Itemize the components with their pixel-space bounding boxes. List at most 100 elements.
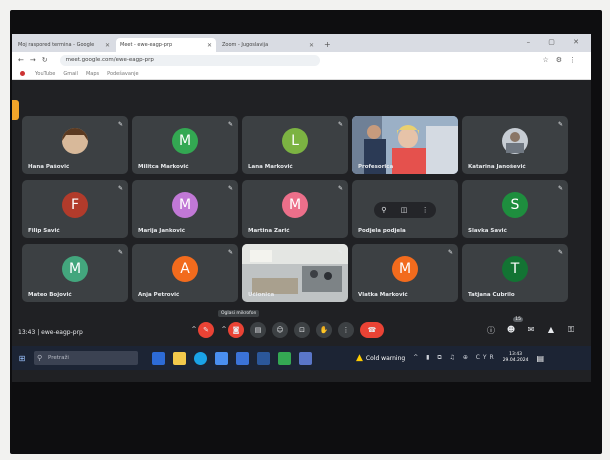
participant-name: Podjela podjela (358, 228, 406, 234)
participant-video-tile[interactable]: ✎ Učionica (242, 244, 348, 302)
participant-tile[interactable]: M ✎ Vlatka Marković (352, 244, 458, 302)
word-icon[interactable] (257, 351, 270, 365)
present-button[interactable]: ⊡ (294, 322, 310, 338)
raise-hand-button[interactable]: ✋ (316, 322, 332, 338)
participant-name: Militca Marković (138, 164, 189, 170)
new-tab-icon[interactable]: + (324, 38, 331, 52)
os-taskbar: ⊞ ⚲ Pretraži ▲ Cold warning ^ ▮ ⧉ ♫ ⊕ CY… (12, 346, 591, 370)
participant-name: Lana Marković (248, 164, 293, 170)
system-tray[interactable]: ^ ▮ ⧉ ♫ ⊕ CYR (413, 354, 496, 362)
participant-tile[interactable]: ✎ Katarina Janošević (462, 116, 568, 174)
avatar: F (62, 192, 88, 218)
participant-name: Anja Petrović (138, 292, 180, 298)
tab-title: Meet - ewe-eagp-prp (120, 42, 173, 48)
store-icon[interactable] (215, 351, 228, 365)
bookmark-item[interactable]: YouTube (20, 70, 55, 77)
participant-video-tile[interactable]: Profesorica (352, 116, 458, 174)
browser-tab[interactable]: Moj raspored termina - Google ✕ (14, 38, 114, 52)
avatar: M (172, 128, 198, 154)
emoji-button[interactable]: ☺ (272, 322, 288, 338)
browser-tab[interactable]: Zoom - Jugoslavija ✕ (218, 38, 318, 52)
participant-tile[interactable]: A ✎ Anja Petrović (132, 244, 238, 302)
more-options-icon[interactable]: ⋮ (422, 206, 429, 214)
chrome-icon[interactable] (278, 351, 291, 365)
close-icon[interactable]: ✕ (105, 42, 110, 49)
edge-icon[interactable] (194, 351, 207, 365)
screen: Moj raspored termina - Google ✕ Meet - e… (12, 34, 591, 382)
windows-start-icon[interactable]: ⊞ (16, 354, 28, 363)
tab-title: Zoom - Jugoslavija (222, 42, 269, 48)
participant-tile[interactable]: M ✎ Marija Janković (132, 180, 238, 238)
info-icon[interactable]: ⓘ (481, 325, 501, 336)
meet-grid: ✎ Hana Pašović M ✎ Militca Marković L ✎ … (12, 80, 591, 332)
meeting-time: 13:43 (18, 329, 36, 336)
participant-tile[interactable]: M ✎ Mateo Bojović (22, 244, 128, 302)
warning-icon: ▲ (356, 353, 363, 363)
tooltip: Oglasi mikrofon (218, 310, 260, 317)
meeting-code: ewe-eagp-prp (41, 329, 83, 336)
mic-off-icon: ✎ (557, 121, 563, 128)
participant-tile[interactable]: T ✎ Tatjana Čubrilo (462, 244, 568, 302)
participant-tile[interactable]: S ✎ Slavka Savić (462, 180, 568, 238)
notification-icon[interactable]: ▤ (536, 354, 544, 363)
close-icon[interactable]: ✕ (207, 42, 212, 49)
more-options-button[interactable]: ⋮ (338, 322, 354, 338)
chevron-up-icon[interactable]: ^ (220, 322, 228, 338)
participant-name: Marija Janković (138, 228, 185, 234)
browser-tab-active[interactable]: Meet - ewe-eagp-prp ✕ (116, 38, 216, 52)
call-controls: ^ ✎ ^ ◙ ▤ ☺ ⊡ ✋ ⋮ ☎ (190, 322, 390, 338)
file-explorer-icon[interactable] (173, 351, 186, 365)
avatar: M (172, 192, 198, 218)
mic-off-icon: ✎ (337, 185, 343, 192)
meeting-info: 13:43 | ewe-eagp-prp (18, 329, 83, 336)
camera-off-button[interactable]: ◙ (228, 322, 244, 338)
people-icon[interactable]: ☻ (501, 325, 521, 336)
bookmark-item[interactable]: Podešavanje (107, 71, 138, 77)
chevron-up-icon[interactable]: ^ (190, 322, 198, 338)
mic-off-button[interactable]: ✎ (198, 322, 214, 338)
host-controls-icon[interactable]: ⚿ (561, 325, 581, 336)
url-field[interactable]: meet.google.com/ewe-eagp-prp (59, 54, 320, 66)
bookmark-item[interactable]: Maps (86, 71, 99, 77)
browser-toolbar-icons[interactable]: ☆⚙⋮ (542, 56, 583, 64)
mic-off-icon: ✎ (227, 121, 233, 128)
mic-off-icon: ✎ (117, 249, 123, 256)
participant-name: Katarina Janošević (468, 164, 526, 170)
participant-tile-hovered[interactable]: ⚲ ◫ ⋮ Podjela podjela (352, 180, 458, 238)
participant-name: Mateo Bojović (28, 292, 72, 298)
mail-icon[interactable] (236, 351, 249, 365)
mic-off-icon: ✎ (447, 249, 453, 256)
taskbar-clock[interactable]: 13:43 29.04.2024 (503, 352, 529, 364)
mic-off-icon: ✎ (557, 249, 563, 256)
participant-tile[interactable]: F ✎ Filip Savić (22, 180, 128, 238)
app-icon[interactable] (299, 351, 312, 365)
participant-tile[interactable]: L ✎ Lana Marković (242, 116, 348, 174)
chat-icon[interactable]: ✉ (521, 325, 541, 336)
bookmark-item[interactable]: Gmail (63, 71, 78, 77)
activities-icon[interactable]: ▲ (541, 325, 561, 336)
task-view-icon[interactable] (152, 351, 165, 365)
participant-name: Hana Pašović (28, 164, 70, 170)
search-placeholder: Pretraži (48, 355, 69, 361)
tile-hover-controls[interactable]: ⚲ ◫ ⋮ (374, 202, 436, 218)
participant-tile[interactable]: ✎ Hana Pašović (22, 116, 128, 174)
avatar: M (392, 256, 418, 282)
side-panel-tab[interactable] (12, 100, 19, 120)
leave-call-button[interactable]: ☎ (360, 322, 384, 338)
frame-icon[interactable]: ◫ (401, 206, 408, 214)
captions-button[interactable]: ▤ (250, 322, 266, 338)
pin-icon[interactable]: ⚲ (381, 206, 386, 214)
close-icon[interactable]: ✕ (309, 42, 314, 49)
avatar: T (502, 256, 528, 282)
avatar: S (502, 192, 528, 218)
search-icon: ⚲ (37, 354, 43, 362)
participant-tile[interactable]: M ✎ Militca Marković (132, 116, 238, 174)
back-forward-reload-icons[interactable]: ←→↻ (18, 56, 54, 64)
window-controls[interactable]: – ▢ ✕ (527, 38, 587, 46)
participant-name: Slavka Savić (468, 228, 507, 234)
taskbar-search[interactable]: ⚲ Pretraži (34, 351, 138, 365)
weather-widget[interactable]: ▲ Cold warning (356, 353, 405, 363)
avatar: A (172, 256, 198, 282)
meet-control-bar: 13:43 | ewe-eagp-prp Oglasi mikrofon ^ ✎… (12, 310, 591, 347)
participant-tile[interactable]: M ✎ Martina Zarić (242, 180, 348, 238)
